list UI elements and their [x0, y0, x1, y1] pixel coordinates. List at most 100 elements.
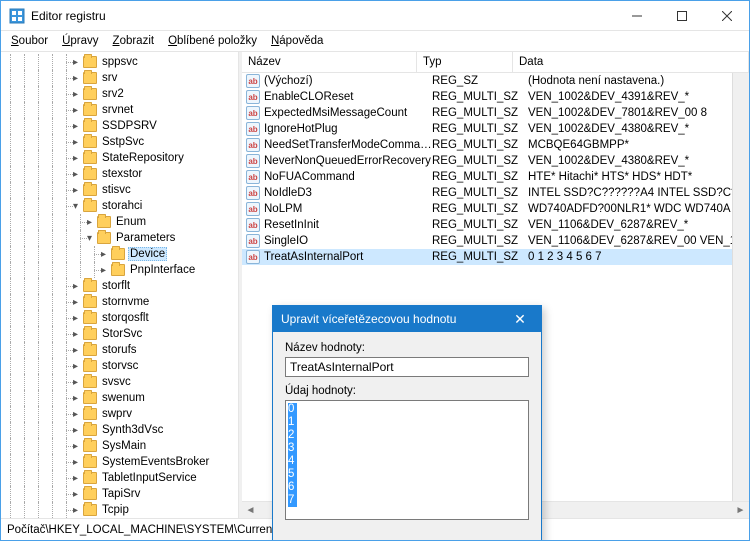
menu-soubor[interactable]: Soubor [5, 33, 54, 49]
list-row[interactable]: abExpectedMsiMessageCountREG_MULTI_SZVEN… [242, 105, 749, 121]
registry-tree[interactable]: ▸sppsvc▸srv▸srv2▸srvnet▸SSDPSRV▸SstpSvc▸… [1, 52, 239, 518]
tree-item[interactable]: ▸swenum [3, 390, 238, 406]
tree-label: srv2 [100, 88, 126, 100]
list-row[interactable]: abEnableCLOResetREG_MULTI_SZVEN_1002&DEV… [242, 89, 749, 105]
tree-item[interactable]: ▸TabletInputService [3, 470, 238, 486]
menu-oblíbené položky[interactable]: Oblíbené položky [162, 33, 263, 49]
value-type: REG_MULTI_SZ [432, 251, 528, 263]
tree-label: TapiSrv [100, 488, 142, 500]
string-value-icon: ab [246, 218, 260, 232]
tree-item[interactable]: ▸storufs [3, 342, 238, 358]
tree-label: stornvme [100, 296, 151, 308]
maximize-button[interactable] [659, 1, 704, 31]
folder-icon [83, 184, 97, 196]
folder-icon [83, 360, 97, 372]
menu-nápověda[interactable]: Nápověda [265, 33, 329, 49]
tree-item[interactable]: ▸sppsvc [3, 54, 238, 70]
tree-item[interactable]: ▸Synth3dVsc [3, 422, 238, 438]
tree-item[interactable]: ▸Device [3, 246, 238, 262]
col-name[interactable]: Název [242, 52, 417, 72]
col-data[interactable]: Data [513, 52, 749, 72]
value-data-textarea[interactable]: 01234567 [285, 400, 529, 520]
tree-item[interactable]: ▸StateRepository [3, 150, 238, 166]
folder-icon [111, 248, 125, 260]
tree-item[interactable]: ▸srvnet [3, 102, 238, 118]
list-row[interactable]: abNoIdleD3REG_MULTI_SZINTEL SSD?C??????A… [242, 185, 749, 201]
tree-item[interactable]: ▸SstpSvc [3, 134, 238, 150]
tree-label: storahci [100, 200, 144, 212]
tree-item[interactable]: ▸StorSvc [3, 326, 238, 342]
tree-label: stexstor [100, 168, 144, 180]
tree-item[interactable]: ▸swprv [3, 406, 238, 422]
value-data: WD740ADFD?00NLR1* WDC WD740ADFD?00NLR1..… [528, 203, 749, 215]
tree-label: storvsc [100, 360, 140, 372]
tree-item[interactable]: ▸stexstor [3, 166, 238, 182]
tree-item[interactable]: ▾storahci [3, 198, 238, 214]
edit-multistring-dialog: Upravit víceřetězecovou hodnotu ✕ Název … [272, 305, 542, 541]
list-row[interactable]: abNeedSetTransferModeCommandREG_MULTI_SZ… [242, 137, 749, 153]
list-header: Název Typ Data [242, 52, 749, 73]
content-area: ▸sppsvc▸srv▸srv2▸srvnet▸SSDPSRV▸SstpSvc▸… [1, 52, 749, 518]
tree-item[interactable]: ▸SSDPSRV [3, 118, 238, 134]
titlebar: Editor registru [1, 1, 749, 31]
tree-label: swprv [100, 408, 134, 420]
value-data: MCBQE64GBMPP* [528, 139, 749, 151]
tree-label: Device [128, 247, 167, 261]
col-type[interactable]: Typ [417, 52, 513, 72]
dialog-close-button[interactable]: ✕ [507, 309, 533, 329]
tree-item[interactable]: ▸TapiSrv [3, 486, 238, 502]
value-data: VEN_1002&DEV_4391&REV_* [528, 91, 749, 103]
dialog-title: Upravit víceřetězecovou hodnotu [281, 312, 507, 326]
tree-item[interactable]: ▸storqosflt [3, 310, 238, 326]
value-name: ResetInInit [264, 219, 432, 231]
tree-item[interactable]: ▸srv2 [3, 86, 238, 102]
list-row[interactable]: ab(Výchozí)REG_SZ(Hodnota není nastavena… [242, 73, 749, 89]
tree-item[interactable]: ▸srv [3, 70, 238, 86]
tree-item[interactable]: ▸SystemEventsBroker [3, 454, 238, 470]
value-type: REG_MULTI_SZ [432, 235, 528, 247]
value-name-input[interactable] [285, 357, 529, 377]
tree-label: SSDPSRV [100, 120, 159, 132]
string-value-icon: ab [246, 234, 260, 248]
vertical-scrollbar[interactable] [732, 73, 749, 501]
list-row[interactable]: abIgnoreHotPlugREG_MULTI_SZVEN_1002&DEV_… [242, 121, 749, 137]
tree-item[interactable]: ▸PnpInterface [3, 262, 238, 278]
value-type: REG_MULTI_SZ [432, 203, 528, 215]
value-type: REG_MULTI_SZ [432, 155, 528, 167]
list-row[interactable]: abNoLPMREG_MULTI_SZWD740ADFD?00NLR1* WDC… [242, 201, 749, 217]
tree-label: SysMain [100, 440, 148, 452]
tree-item[interactable]: ▸svsvc [3, 374, 238, 390]
tree-item[interactable]: ▾Parameters [3, 230, 238, 246]
menu-úpravy[interactable]: Úpravy [56, 33, 104, 49]
scroll-right-icon[interactable]: ► [732, 502, 749, 519]
tree-item[interactable]: ▸Enum [3, 214, 238, 230]
list-row[interactable]: abSingleIOREG_MULTI_SZVEN_1106&DEV_6287&… [242, 233, 749, 249]
menu-zobrazit[interactable]: Zobrazit [107, 33, 161, 49]
tree-item[interactable]: ▸storvsc [3, 358, 238, 374]
list-row[interactable]: abTreatAsInternalPortREG_MULTI_SZ0 1 2 3… [242, 249, 749, 265]
value-type: REG_MULTI_SZ [432, 107, 528, 119]
minimize-button[interactable] [614, 1, 659, 31]
folder-icon [83, 200, 97, 212]
folder-icon [83, 440, 97, 452]
tree-item[interactable]: ▸stisvc [3, 182, 238, 198]
value-data: HTE* Hitachi* HTS* HDS* HDT* [528, 171, 749, 183]
folder-icon [83, 296, 97, 308]
tree-item[interactable]: ▸storflt [3, 278, 238, 294]
close-button[interactable] [704, 1, 749, 31]
dialog-titlebar[interactable]: Upravit víceřetězecovou hodnotu ✕ [273, 306, 541, 332]
list-row[interactable]: abNoFUACommandREG_MULTI_SZHTE* Hitachi* … [242, 169, 749, 185]
list-row[interactable]: abResetInInitREG_MULTI_SZVEN_1106&DEV_62… [242, 217, 749, 233]
folder-icon [83, 392, 97, 404]
tree-label: Enum [114, 216, 148, 228]
scroll-left-icon[interactable]: ◄ [242, 502, 259, 519]
tree-item[interactable]: ▸Tcpip [3, 502, 238, 518]
tree-item[interactable]: ▸stornvme [3, 294, 238, 310]
string-value-icon: ab [246, 138, 260, 152]
list-row[interactable]: abNeverNonQueuedErrorRecoveryREG_MULTI_S… [242, 153, 749, 169]
value-type: REG_MULTI_SZ [432, 171, 528, 183]
tree-label: PnpInterface [128, 264, 197, 276]
folder-icon [83, 472, 97, 484]
tree-item[interactable]: ▸SysMain [3, 438, 238, 454]
string-value-icon: ab [246, 250, 260, 264]
